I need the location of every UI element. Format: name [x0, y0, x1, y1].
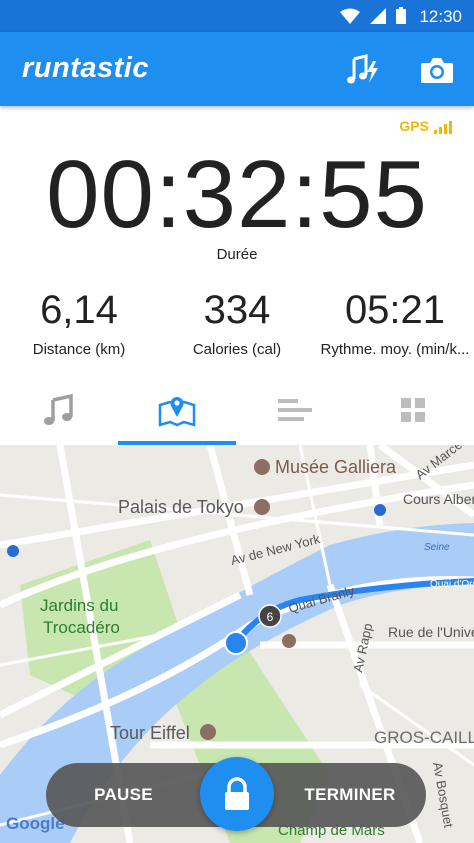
label-jardins: Jardins du — [40, 596, 118, 615]
distance-value: 6,14 — [40, 288, 118, 332]
tab-bar — [0, 375, 474, 445]
km-marker-label: 6 — [267, 610, 274, 624]
music-icon — [44, 393, 73, 425]
gps-indicator: GPS — [399, 118, 452, 134]
calories-label: Calories (cal) — [192, 341, 282, 358]
app-logo: runtastic — [22, 52, 149, 84]
museum-icon-2 — [254, 499, 270, 515]
pace-value: 05:21 — [344, 288, 446, 332]
map-icon — [158, 397, 196, 427]
pause-button[interactable]: PAUSE — [46, 763, 201, 827]
museum-icon-3 — [282, 634, 296, 648]
music-lightning-icon — [347, 54, 378, 84]
camera-button[interactable] — [417, 50, 457, 90]
finish-button[interactable]: TERMINER — [274, 763, 426, 827]
lock-icon — [225, 777, 249, 810]
label-seine: Seine — [424, 542, 450, 553]
pace-label: Rythme. moy. (min/k... — [320, 341, 470, 358]
label-palais-de-tokyo: Palais de Tokyo — [118, 497, 244, 517]
label-av-bosquet: Av Bosquet — [430, 761, 456, 829]
status-icons — [340, 7, 406, 24]
metro-icon-2 — [7, 545, 19, 557]
museum-icon — [254, 459, 270, 475]
list-icon — [278, 399, 312, 421]
camera-icon — [421, 58, 453, 83]
metro-icon — [374, 504, 386, 516]
duration-label: Durée — [216, 246, 258, 263]
label-rue-universite: Rue de l'Unive — [388, 624, 474, 640]
status-bar: 12:30 — [0, 0, 474, 32]
tab-map[interactable] — [118, 375, 236, 445]
app-bar: runtastic — [0, 32, 474, 106]
pace-stat: 05:21 Rythme. moy. (min/k... — [316, 288, 474, 358]
signal-icon — [370, 7, 386, 24]
tab-list[interactable] — [236, 375, 354, 445]
label-musee-galliera: Musée Galliera — [275, 457, 397, 477]
calories-stat: 334 Calories (cal) — [158, 288, 316, 358]
distance-label: Distance (km) — [32, 341, 126, 358]
current-position-marker — [224, 631, 248, 655]
grid-icon — [401, 398, 425, 422]
landmark-icon — [200, 724, 216, 740]
wifi-icon — [340, 8, 360, 24]
label-tour-eiffel: Tour Eiffel — [110, 723, 190, 743]
label-cours-albert: Cours Alber — [403, 491, 474, 507]
battery-icon — [396, 7, 406, 24]
status-time: 12:30 — [419, 7, 462, 26]
label-av-marceau: Av Marce — [413, 445, 465, 482]
tab-music[interactable] — [0, 375, 118, 445]
label-trocadero: Trocadéro — [43, 618, 120, 637]
tab-dashboard[interactable] — [354, 375, 472, 445]
label-gros-caillou: GROS-CAILLO — [374, 728, 474, 747]
distance-stat: 6,14 Distance (km) — [0, 288, 158, 358]
calories-value: 334 — [203, 288, 271, 332]
music-boost-button[interactable] — [343, 50, 383, 90]
duration-value: 00:32:55 — [46, 141, 428, 248]
gps-label: GPS — [399, 118, 429, 134]
lock-button[interactable] — [200, 757, 274, 831]
gps-signal-icon — [434, 121, 452, 134]
label-quai-orsay: Quai d'Orsay — [430, 579, 474, 590]
